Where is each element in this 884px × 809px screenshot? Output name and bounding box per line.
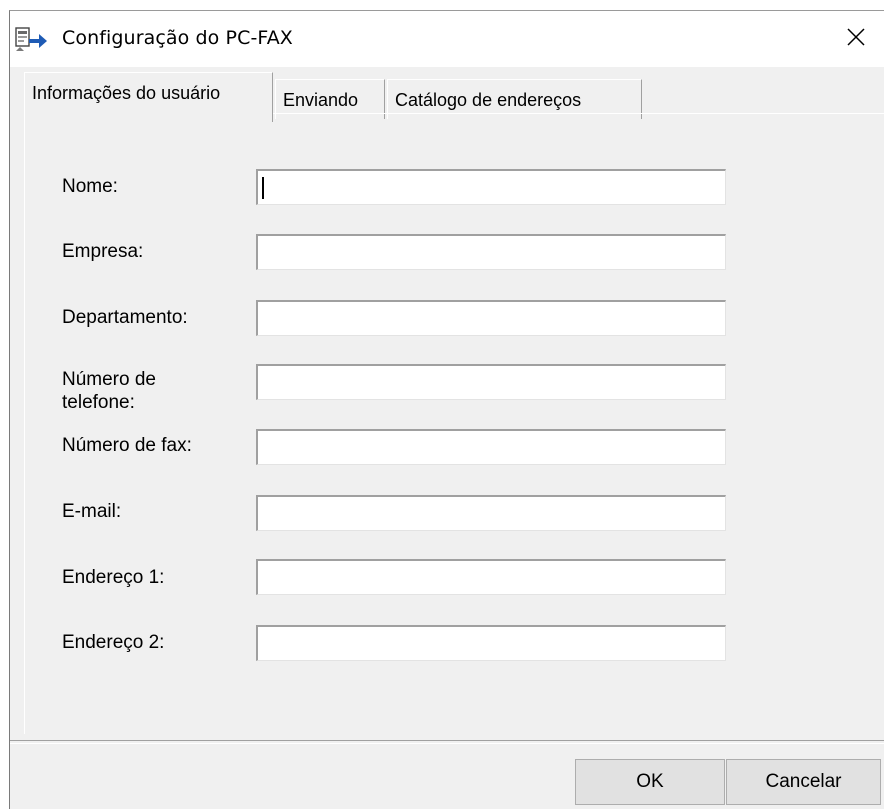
tab-user-info[interactable]: Informações do usuário <box>24 72 273 122</box>
cancel-button[interactable]: Cancelar <box>726 759 881 805</box>
title-bar: Configuração do PC-FAX <box>10 11 884 67</box>
ok-button[interactable]: OK <box>575 759 725 805</box>
tab-panel-user-info <box>24 113 884 734</box>
pc-fax-icon <box>14 25 48 53</box>
window-title: Configuração do PC-FAX <box>62 27 293 49</box>
footer-separator <box>10 740 884 744</box>
close-button[interactable] <box>828 11 884 67</box>
pc-fax-setup-dialog: Configuração do PC-FAX Informações do us… <box>9 10 884 809</box>
close-icon <box>846 27 866 52</box>
